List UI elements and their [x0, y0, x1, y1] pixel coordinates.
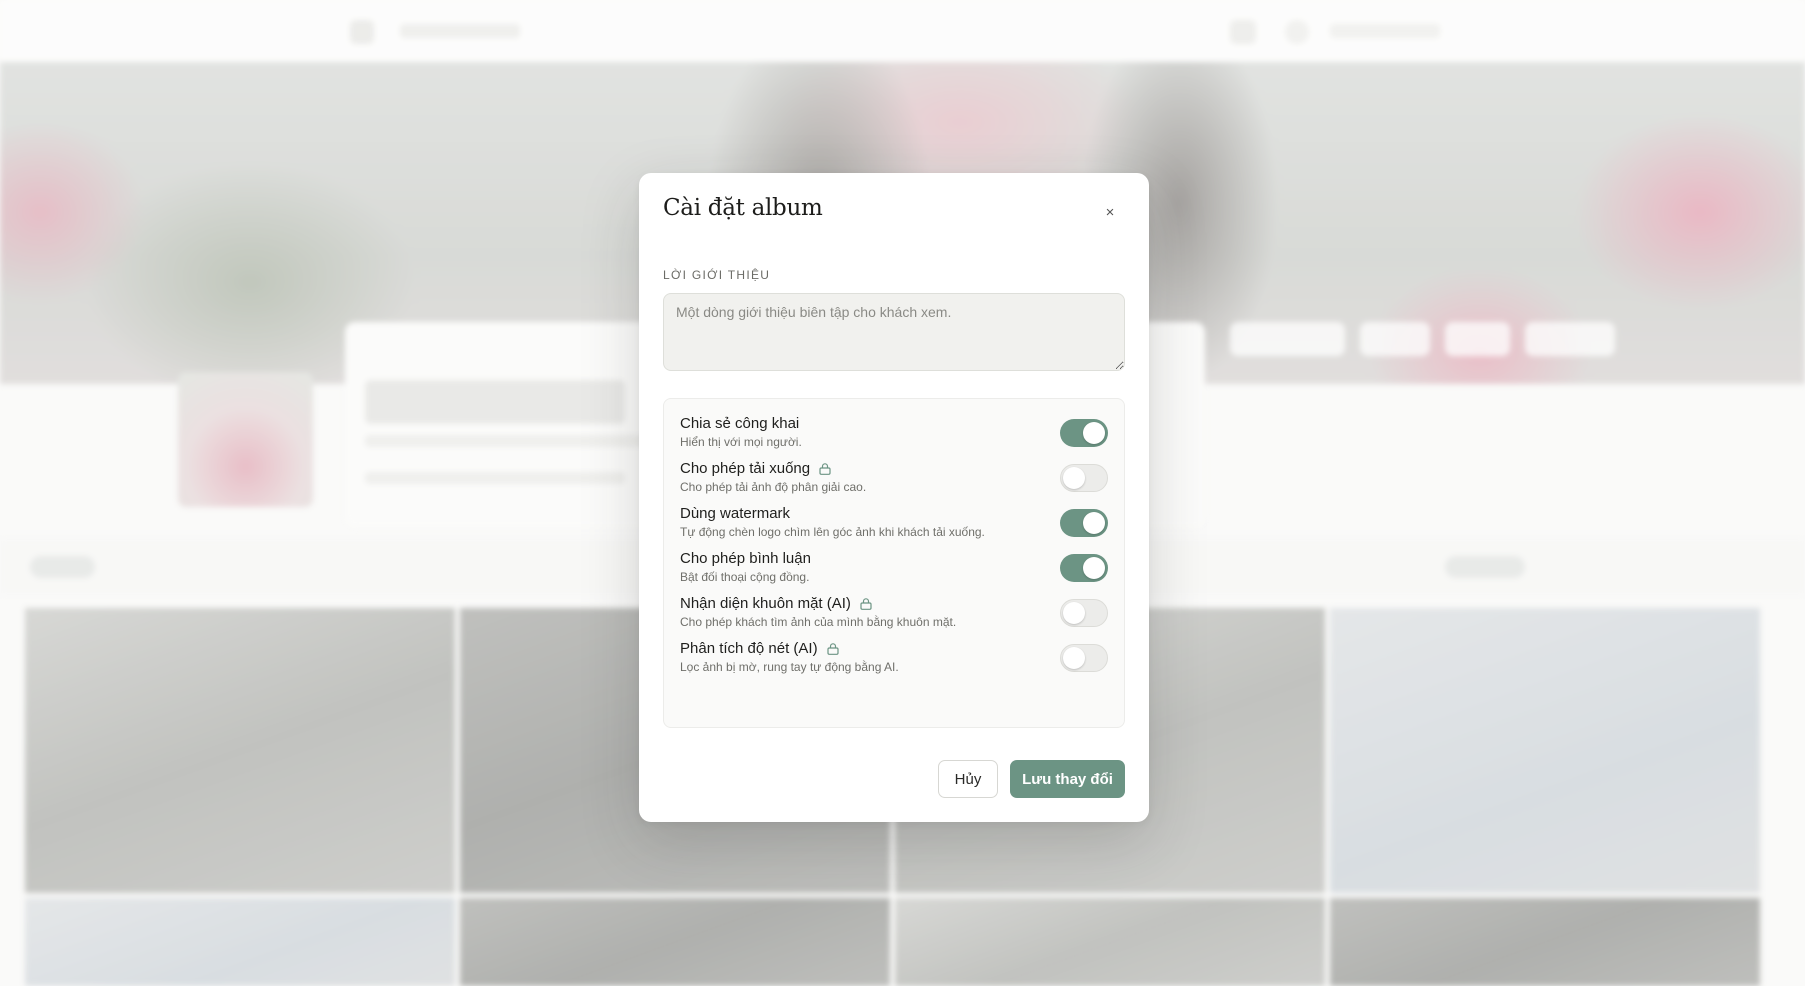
setting-description: Cho phép tải ảnh độ phân giải cao.	[680, 480, 867, 494]
sharpness-analysis-toggle[interactable]	[1060, 644, 1108, 672]
save-changes-button[interactable]: Lưu thay đổi	[1010, 760, 1125, 798]
setting-title: Phân tích độ nét (AI)	[680, 640, 818, 657]
setting-description: Tự động chèn logo chìm lên góc ảnh khi k…	[680, 525, 985, 539]
face-recognition-toggle[interactable]	[1060, 599, 1108, 627]
lock-icon	[860, 597, 872, 610]
cancel-button[interactable]: Hủy	[938, 760, 998, 798]
setting-allow-comments: Cho phép bình luận Bật đối thoại cộng đồ…	[680, 550, 1108, 590]
setting-public-share: Chia sẻ công khai Hiển thị với mọi người…	[680, 415, 1108, 455]
dialog-title: Cài đặt album	[663, 195, 823, 221]
settings-list: Chia sẻ công khai Hiển thị với mọi người…	[663, 398, 1125, 728]
intro-input[interactable]	[663, 293, 1125, 371]
allow-comments-toggle[interactable]	[1060, 554, 1108, 582]
toggle-knob	[1063, 602, 1085, 624]
album-settings-dialog: Cài đặt album × LỜI GIỚI THIỆU Chia sẻ c…	[639, 173, 1149, 822]
toggle-knob	[1083, 422, 1105, 444]
lock-icon	[819, 462, 831, 475]
allow-download-toggle[interactable]	[1060, 464, 1108, 492]
setting-face-recognition: Nhận diện khuôn mặt (AI) Cho phép khách …	[680, 595, 1108, 635]
setting-title: Nhận diện khuôn mặt (AI)	[680, 595, 851, 612]
toggle-knob	[1063, 647, 1085, 669]
setting-title: Chia sẻ công khai	[680, 415, 800, 432]
setting-sharpness-analysis: Phân tích độ nét (AI) Lọc ảnh bị mờ, run…	[680, 640, 1108, 680]
setting-title: Cho phép tải xuống	[680, 460, 811, 477]
toggle-knob	[1083, 557, 1105, 579]
intro-label: LỜI GIỚI THIỆU	[663, 268, 771, 282]
setting-description: Bật đối thoại cộng đồng.	[680, 570, 810, 584]
close-icon: ×	[1105, 203, 1115, 221]
close-button[interactable]: ×	[1101, 203, 1119, 221]
setting-allow-download: Cho phép tải xuống Cho phép tải ảnh độ p…	[680, 460, 1108, 500]
setting-watermark: Dùng watermark Tự động chèn logo chìm lê…	[680, 505, 1108, 545]
lock-icon	[826, 642, 839, 655]
toggle-knob	[1063, 467, 1085, 489]
setting-description: Hiển thị với mọi người.	[680, 435, 802, 449]
public-share-toggle[interactable]	[1060, 419, 1108, 447]
setting-title: Cho phép bình luận	[680, 550, 811, 567]
watermark-toggle[interactable]	[1060, 509, 1108, 537]
setting-description: Lọc ảnh bị mờ, rung tay tự động bằng AI.	[680, 660, 899, 674]
setting-title: Dùng watermark	[680, 505, 791, 522]
setting-description: Cho phép khách tìm ảnh của mình bằng khu…	[680, 615, 957, 629]
toggle-knob	[1083, 512, 1105, 534]
